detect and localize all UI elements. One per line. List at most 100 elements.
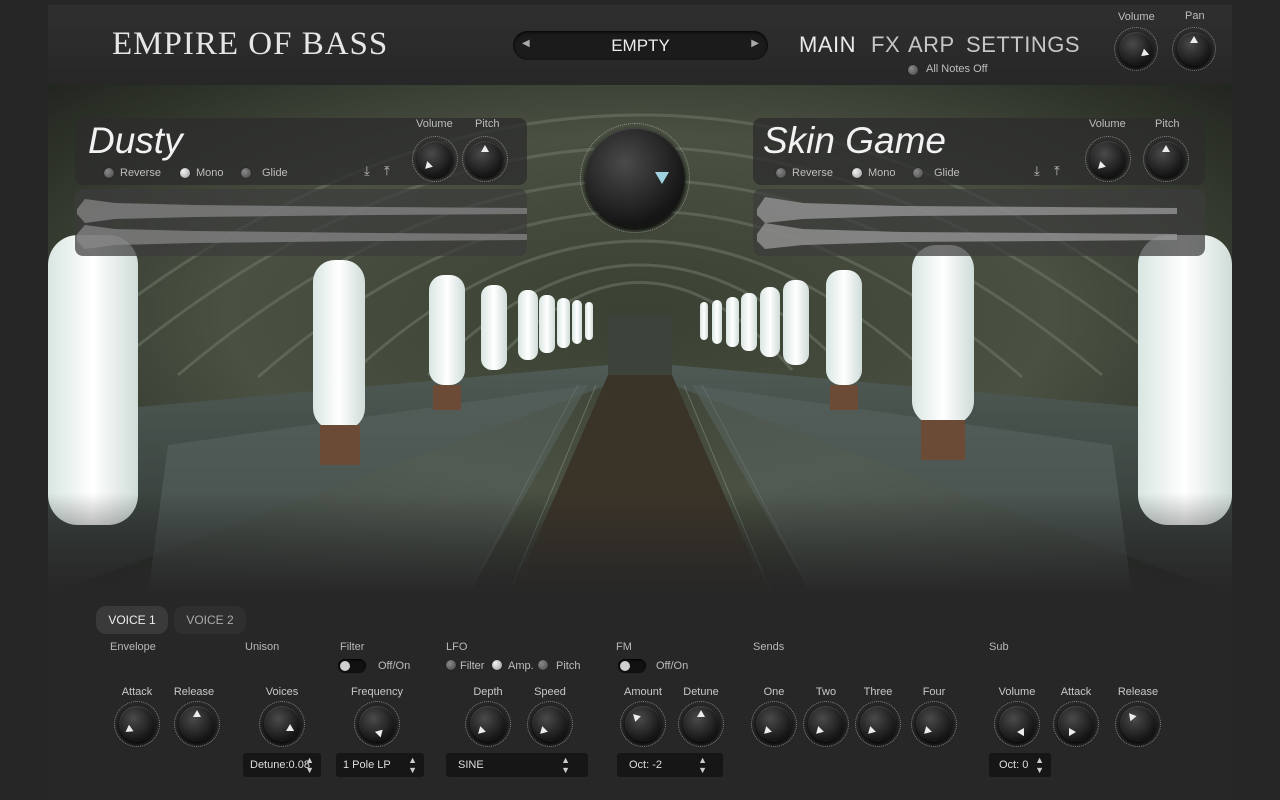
fm-amount-knob[interactable] [620, 701, 666, 747]
tab-voice-2[interactable]: VOICE 2 [174, 606, 246, 634]
lfo-filter-radio[interactable] [446, 660, 456, 670]
preset-selector[interactable]: ◀ EMPTY ▶ [513, 31, 768, 60]
lfo-filter-label: Filter [460, 660, 485, 672]
slot-1-reverse-toggle[interactable] [104, 168, 114, 178]
all-notes-off-button[interactable] [908, 65, 918, 75]
slot-1-name[interactable]: Dusty [88, 120, 183, 162]
slot-2-pitch-knob[interactable] [1143, 136, 1189, 182]
tab-main[interactable]: MAIN [799, 32, 856, 58]
chevron-down-icon: ▼ [408, 765, 417, 775]
unison-detune-dropdown[interactable]: Detune:0.08 ▲ ▼ [243, 753, 321, 777]
section-unison: Unison [245, 641, 280, 653]
slot-1-reverse-label: Reverse [120, 167, 161, 179]
section-sub: Sub [989, 641, 1009, 653]
sub-octave-dropdown[interactable]: Oct: 0 ▲ ▼ [989, 753, 1051, 777]
depth-label: Depth [473, 686, 503, 698]
download-icon[interactable]: ⤓ [364, 163, 370, 179]
slot-1-volume-knob[interactable] [412, 136, 458, 182]
send-three-knob[interactable] [855, 701, 901, 747]
send-four-knob[interactable] [911, 701, 957, 747]
sub-release-knob[interactable] [1115, 701, 1161, 747]
fm-toggle[interactable] [618, 659, 646, 673]
lfo-amp-label: Amp. [508, 660, 534, 672]
lfo-pitch-label: Pitch [556, 660, 581, 672]
attack-knob[interactable] [114, 701, 160, 747]
lfo-shape-value: SINE [458, 759, 484, 771]
slot-1-mono-label: Mono [196, 167, 224, 179]
tab-arp[interactable]: ARP [908, 32, 955, 58]
slot-1-pitch-label: Pitch [475, 118, 500, 130]
master-pan-label: Pan [1185, 10, 1205, 22]
fm-detune-knob[interactable] [678, 701, 724, 747]
slot-2-volume-knob[interactable] [1085, 136, 1131, 182]
lfo-pitch-radio[interactable] [538, 660, 548, 670]
master-volume-knob[interactable] [1114, 27, 1158, 71]
lfo-depth-knob[interactable] [465, 701, 511, 747]
master-volume-label: Volume [1118, 11, 1155, 23]
attack-label: Attack [121, 686, 153, 698]
chevron-down-icon: ▼ [561, 765, 570, 775]
fm-detune-label: Detune [683, 686, 719, 698]
tab-voice-1[interactable]: VOICE 1 [96, 606, 168, 634]
chevron-down-icon: ▼ [305, 765, 314, 775]
lfo-amp-radio[interactable] [492, 660, 502, 670]
section-sends: Sends [753, 641, 785, 653]
sub-attack-label: Attack [1060, 686, 1092, 698]
slot-2-glide-toggle[interactable] [913, 168, 923, 178]
slot-2-mono-label: Mono [868, 167, 896, 179]
section-lfo: LFO [446, 641, 468, 653]
chevron-down-icon: ▼ [698, 765, 707, 775]
section-fm: FM [616, 641, 632, 653]
slot-1-glide-toggle[interactable] [241, 168, 251, 178]
voices-knob[interactable] [259, 701, 305, 747]
fm-octave-dropdown[interactable]: Oct: -2 ▲ ▼ [617, 753, 723, 777]
speed-label: Speed [534, 686, 566, 698]
tab-settings[interactable]: SETTINGS [966, 32, 1080, 58]
tab-fx[interactable]: FX [871, 32, 900, 58]
download-icon[interactable]: ⤓ [1034, 163, 1040, 179]
sub-release-label: Release [1117, 686, 1159, 698]
filter-type-dropdown[interactable]: 1 Pole LP ▲ ▼ [336, 753, 424, 777]
section-envelope: Envelope [110, 641, 156, 653]
send-four-label: Four [922, 686, 946, 698]
slot-1-mono-toggle[interactable] [180, 168, 190, 178]
slot-1-waveform[interactable] [75, 189, 527, 256]
all-notes-off-label: All Notes Off [926, 63, 988, 75]
brand-logo: EMPIRE OF BASS [112, 26, 389, 62]
unison-detune-value: Detune:0.08 [250, 759, 310, 771]
send-one-knob[interactable] [751, 701, 797, 747]
send-three-label: Three [863, 686, 893, 698]
send-two-knob[interactable] [803, 701, 849, 747]
sub-volume-knob[interactable] [994, 701, 1040, 747]
slot-2-pitch-label: Pitch [1155, 118, 1180, 130]
sub-attack-knob[interactable] [1053, 701, 1099, 747]
sub-octave-value: Oct: 0 [999, 759, 1029, 771]
release-label: Release [173, 686, 215, 698]
slot-2-glide-label: Glide [934, 167, 960, 179]
master-pan-knob[interactable] [1172, 27, 1216, 71]
frequency-label: Frequency [351, 686, 403, 698]
lfo-shape-dropdown[interactable]: SINE ▲ ▼ [446, 753, 588, 777]
slot-2-volume-label: Volume [1089, 118, 1126, 130]
upload-icon[interactable]: ⤒ [384, 163, 390, 179]
section-filter: Filter [340, 641, 365, 653]
fm-amount-label: Amount [624, 686, 662, 698]
filter-toggle[interactable] [338, 659, 366, 673]
slot-2-reverse-label: Reverse [792, 167, 833, 179]
slot-2-waveform[interactable] [753, 189, 1205, 256]
release-knob[interactable] [174, 701, 220, 747]
slot-1-volume-label: Volume [416, 118, 453, 130]
fm-toggle-label: Off/On [656, 660, 689, 672]
upload-icon[interactable]: ⤒ [1054, 163, 1060, 179]
chevron-down-icon: ▼ [1035, 765, 1044, 775]
slot-2-mono-toggle[interactable] [852, 168, 862, 178]
frequency-knob[interactable] [354, 701, 400, 747]
voices-label: Voices [265, 686, 299, 698]
lfo-speed-knob[interactable] [527, 701, 573, 747]
preset-next-icon[interactable]: ▶ [751, 38, 759, 49]
slot-1-pitch-knob[interactable] [462, 136, 508, 182]
slot-2-name[interactable]: Skin Game [763, 120, 946, 162]
slot-2-reverse-toggle[interactable] [776, 168, 786, 178]
send-two-label: Two [815, 686, 837, 698]
main-macro-knob[interactable] [580, 123, 690, 233]
